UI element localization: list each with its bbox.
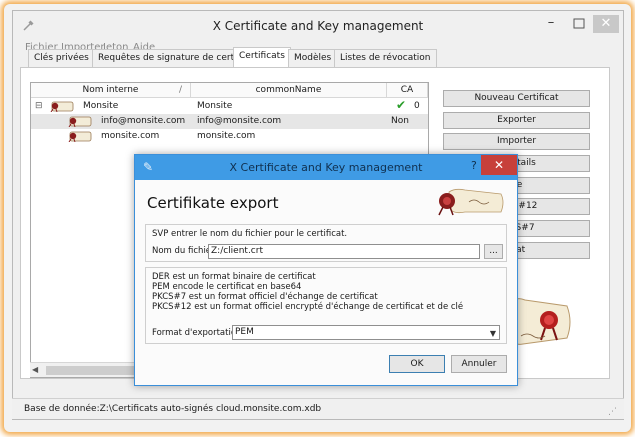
format-info-pkcs7: PKCS#7 est un format officiel d'échange … (152, 292, 378, 302)
filename-label: Nom du fichier (152, 246, 215, 256)
export-button[interactable]: Exporter (443, 112, 590, 129)
row-ca: 0 (414, 101, 420, 111)
row-ca: Non (391, 116, 409, 126)
column-nom-interne[interactable]: Nom interne / (31, 83, 191, 98)
maximize-button[interactable] (571, 16, 587, 32)
resize-grip-icon[interactable]: ⋰ (608, 407, 617, 417)
ca-check-icon: ✔ (396, 98, 407, 112)
collapse-toggle[interactable]: ⊟ (35, 99, 43, 114)
tab-certificats[interactable]: Certificats (233, 47, 291, 68)
format-select[interactable]: PEM ▼ (232, 325, 500, 340)
close-button[interactable]: ✕ (593, 15, 619, 33)
main-title-bar: X Certificate and Key management – ✕ (13, 11, 623, 41)
column-ca[interactable]: CA (387, 83, 428, 98)
help-button[interactable]: ? (471, 159, 477, 172)
format-label: Format d'exportation (152, 328, 242, 338)
database-path: Base de donnée:Z:\Certificats auto-signé… (24, 404, 322, 414)
status-bar: Base de donnée:Z:\Certificats auto-signé… (12, 398, 624, 419)
dialog-logo-icon (438, 188, 504, 216)
row-common-name: info@monsite.com (197, 116, 282, 126)
chevron-down-icon[interactable]: ▼ (490, 327, 496, 340)
tab-modeles[interactable]: Modèles (288, 49, 338, 67)
table-row[interactable]: ⊟ Monsite Monsite ✔ 0 (31, 98, 428, 114)
import-button[interactable]: Importer (443, 133, 590, 150)
row-name: monsite.com (101, 131, 160, 141)
certificate-icon (68, 116, 92, 127)
tab-cles-privees[interactable]: Clés privées (28, 49, 95, 67)
format-info-pkcs12: PKCS#12 est un format officiel encrypté … (152, 302, 464, 312)
certificate-icon (50, 101, 74, 112)
format-info-pem: PEM encode le certificat en base64 (152, 282, 302, 292)
main-window-title: X Certificate and Key management (212, 19, 424, 33)
ok-button[interactable]: OK (389, 355, 445, 373)
cancel-button[interactable]: Annuler (451, 355, 507, 373)
dialog-title-bar: ✎ X Certificate and Key management ? ✕ (135, 155, 517, 180)
format-info-der: DER est un format binaire de certificat (152, 272, 316, 282)
filename-group: SVP entrer le nom du fichier pour le cer… (145, 224, 507, 262)
row-common-name: monsite.com (197, 131, 256, 141)
row-name: info@monsite.com (101, 116, 186, 126)
table-row[interactable]: info@monsite.com info@monsite.com Non (31, 114, 428, 129)
scroll-left-icon[interactable]: ◀ (32, 365, 38, 374)
format-select-value: PEM (235, 327, 254, 337)
dialog-heading: Certifikate export (147, 194, 279, 212)
tab-listes-revocation[interactable]: Listes de révocation (334, 49, 437, 67)
filename-field[interactable]: Z:/client.crt (208, 244, 480, 259)
filename-instruction: SVP entrer le nom du fichier pour le cer… (152, 229, 348, 239)
dialog-title: X Certificate and Key management (229, 161, 423, 174)
certificate-icon (68, 131, 92, 142)
row-common-name: Monsite (197, 101, 233, 111)
dialog-body: Certifikate export SVP entrer le nom du … (135, 180, 517, 385)
row-name: Monsite (83, 101, 119, 111)
column-common-name[interactable]: commonName (191, 83, 387, 98)
format-group: DER est un format binaire de certificat … (145, 267, 507, 344)
new-certificate-button[interactable]: Nouveau Certificat (443, 90, 590, 107)
minimize-button[interactable]: – (543, 16, 559, 32)
export-dialog: ✎ X Certificate and Key management ? ✕ C… (134, 154, 518, 386)
table-row[interactable]: monsite.com monsite.com (31, 129, 428, 144)
browse-button[interactable]: ... (484, 244, 503, 259)
dialog-close-button[interactable]: ✕ (481, 155, 517, 175)
